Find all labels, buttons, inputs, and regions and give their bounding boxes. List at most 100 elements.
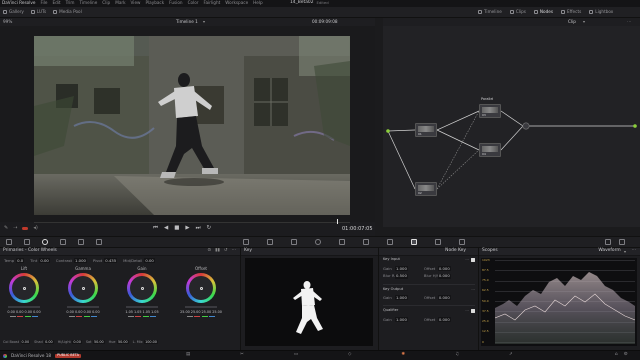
settings-icon[interactable]: ⚙	[624, 352, 628, 357]
wheel-value[interactable]: 0.00	[25, 310, 33, 314]
param-value[interactable]: 1.000	[74, 258, 87, 263]
luts-button[interactable]: LUTs	[30, 9, 46, 15]
window-icon[interactable]	[315, 239, 321, 245]
audio-icon[interactable]: ◂)	[33, 226, 37, 231]
node-editor[interactable]: 01 03 Parallel 04 02	[383, 26, 640, 227]
wheel-value[interactable]: 25.00	[202, 310, 212, 314]
3d-icon[interactable]	[459, 239, 465, 245]
primaries-param[interactable]: Pivot 0.435	[93, 258, 118, 263]
menu-item[interactable]: Clip	[102, 1, 110, 5]
primaries-bottom-param[interactable]: Hue 50.00	[109, 340, 129, 345]
node-03[interactable]: 03	[479, 104, 501, 118]
wheel-value[interactable]: 0.00	[66, 310, 74, 314]
viewer-zoom[interactable]: 99%	[3, 19, 12, 24]
node-04[interactable]: 04	[479, 143, 501, 157]
menu-item[interactable]: Fusion	[169, 1, 182, 5]
cut-page-icon[interactable]: ✂	[240, 352, 244, 357]
master-wheel-slider[interactable]	[185, 306, 217, 308]
magic-mask-icon[interactable]	[363, 239, 369, 245]
master-wheel-slider[interactable]	[67, 306, 99, 308]
wheel-value[interactable]: 25.00	[212, 310, 222, 314]
wheel-value[interactable]: 0.00	[16, 310, 24, 314]
wheel-value[interactable]: 1.05	[143, 310, 151, 314]
node-menu-icon[interactable]: ⋯	[627, 19, 631, 24]
scope-mode-chevron-icon[interactable]	[623, 250, 626, 253]
wheel-handle[interactable]	[22, 286, 26, 290]
color-match-icon[interactable]	[24, 239, 30, 245]
param-value[interactable]: 0.0	[16, 258, 25, 263]
color-page-icon[interactable]: ✺	[401, 352, 405, 357]
key-icon[interactable]	[411, 239, 417, 245]
key-input-menu-icon[interactable]: ⋯	[465, 258, 469, 262]
param-value[interactable]: 100.00	[144, 340, 158, 345]
wheel-value[interactable]: 0.00	[33, 310, 41, 314]
scrubber-track[interactable]	[34, 222, 350, 223]
menu-item[interactable]: Edit	[52, 1, 60, 5]
menu-item[interactable]: Mark	[115, 1, 125, 5]
fusion-page-icon[interactable]: ◇	[348, 352, 351, 357]
menu-item[interactable]: Fairlight	[204, 1, 221, 5]
sizing-icon[interactable]	[435, 239, 441, 245]
media-pool-button[interactable]: Media Pool	[53, 9, 82, 15]
param-value[interactable]: 0.00	[44, 340, 54, 345]
video-frame[interactable]	[34, 36, 350, 215]
menu-item[interactable]: Help	[253, 1, 263, 5]
lightbox-toggle[interactable]: Lightbox	[589, 9, 613, 15]
qualifier-icon[interactable]	[291, 239, 297, 245]
pen-tool-icon[interactable]: ✎	[4, 226, 8, 231]
qualifier-offset-value[interactable]: 0.000	[437, 317, 451, 322]
key-output-gain-value[interactable]: 1.000	[395, 295, 408, 301]
primaries-param[interactable]: Tint 0.00	[30, 258, 50, 263]
scope-mode-select[interactable]: Waveform	[598, 248, 620, 253]
wheel-handle[interactable]	[199, 286, 203, 290]
motion-effects-icon[interactable]	[78, 239, 84, 245]
rgb-mixer-icon[interactable]	[60, 239, 66, 245]
key-input-offset-value[interactable]: 0.000	[437, 266, 451, 271]
tracker-icon[interactable]	[339, 239, 345, 245]
wheel-handle[interactable]	[140, 286, 144, 290]
clips-toggle[interactable]: Clips	[509, 9, 526, 15]
key-input-gain-value[interactable]: 1.000	[395, 266, 408, 271]
primaries-param[interactable]: Mid/Detail 0.00	[123, 258, 155, 263]
playhead[interactable]	[337, 219, 338, 224]
node-mode[interactable]: Clip	[568, 19, 576, 24]
param-value[interactable]: 0.00	[72, 340, 82, 345]
wheel-value[interactable]: 0.00	[84, 310, 92, 314]
arrow-icon[interactable]: ⇢	[13, 226, 17, 231]
menu-item[interactable]: Timeline	[79, 1, 97, 5]
wheel-value[interactable]: 25.00	[180, 310, 190, 314]
key-input-invert-toggle[interactable]	[471, 258, 475, 262]
param-value[interactable]: 50.00	[116, 340, 129, 345]
master-wheel-slider[interactable]	[126, 306, 158, 308]
param-value[interactable]: 0.00	[144, 258, 155, 263]
gallery-button[interactable]: Gallery	[3, 9, 24, 15]
color-wheel[interactable]	[9, 273, 39, 303]
wheel-value[interactable]: 0.00	[92, 310, 100, 314]
primaries-bottom-param[interactable]: Hi/Light 0.00	[58, 340, 82, 345]
blur-r-value[interactable]: 0.500	[395, 273, 408, 279]
scopes-icon[interactable]	[605, 239, 611, 245]
menu-item[interactable]: View	[131, 1, 141, 5]
primaries-bottom-param[interactable]: Sat 50.00	[86, 340, 105, 345]
media-page-icon[interactable]: ▤	[186, 352, 190, 357]
hdr-icon[interactable]	[96, 239, 102, 245]
qualifier-menu-icon[interactable]: ⋯	[465, 309, 469, 313]
key-output-menu-icon[interactable]: ⋯	[471, 287, 475, 292]
qualifier-invert-toggle[interactable]	[471, 309, 475, 314]
menu-item[interactable]: File	[40, 1, 47, 5]
color-warper-icon[interactable]	[267, 239, 273, 245]
menu-item[interactable]: Color	[188, 1, 199, 5]
timeline-toggle[interactable]: Timeline	[478, 9, 502, 15]
stop-icon[interactable]: ■	[174, 225, 179, 232]
wheel-value[interactable]: 1.05	[151, 310, 159, 314]
log-mode-icon[interactable]: ▮▮	[215, 248, 220, 253]
primaries-bottom-param[interactable]: Col Boost 0.00	[3, 340, 31, 345]
reverse-play-icon[interactable]: ◀	[164, 225, 168, 232]
bars-mode-icon[interactable]: ⊙	[207, 248, 211, 253]
primaries-param[interactable]: Contrast 1.000	[56, 258, 87, 263]
effects-toggle[interactable]: Effects	[561, 9, 581, 15]
key-output-offset-value[interactable]: 0.000	[437, 295, 451, 301]
loop-icon[interactable]: ↻	[207, 225, 212, 232]
primaries-param[interactable]: Temp 0.0	[4, 258, 25, 263]
node-mode-chevron-icon[interactable]	[583, 20, 585, 23]
